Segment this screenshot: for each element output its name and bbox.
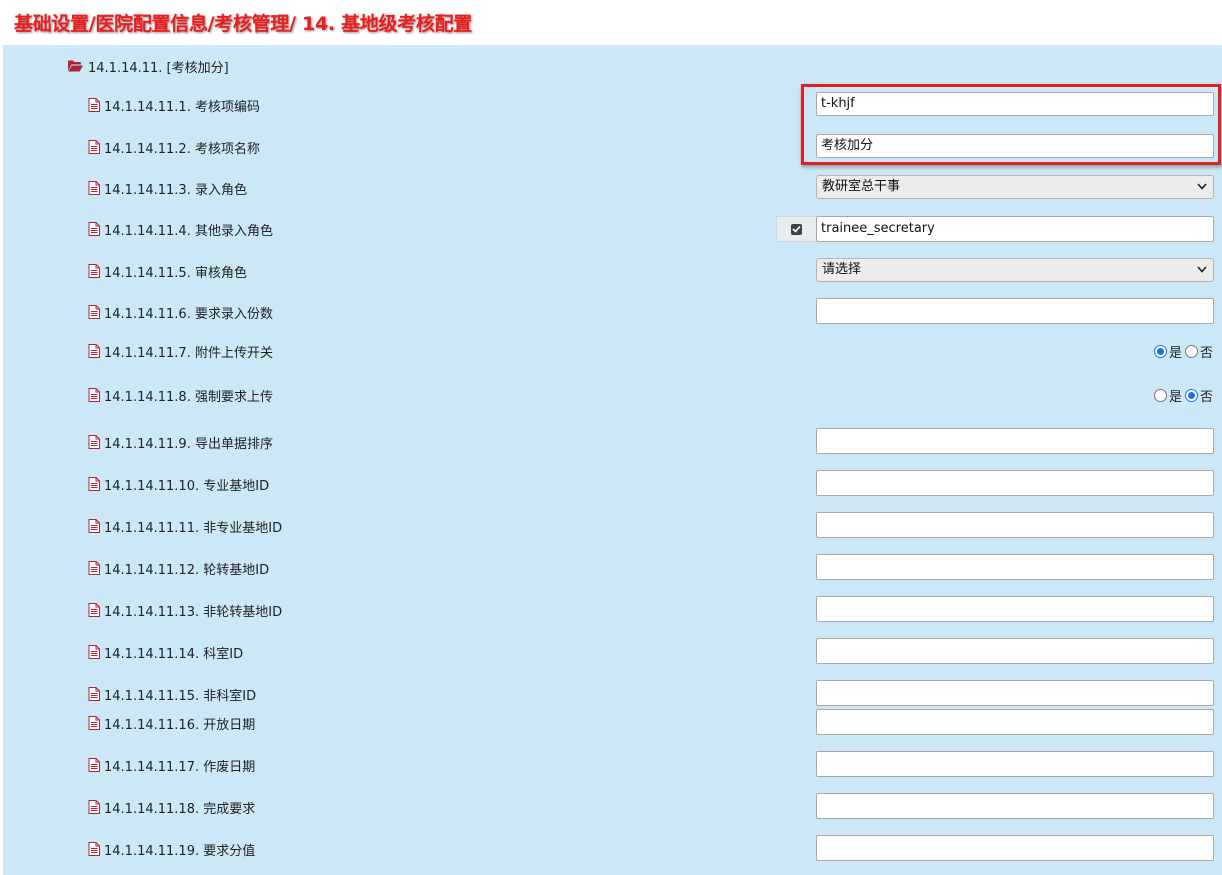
department-id-input[interactable] [816,638,1214,664]
row-label-rotation-base-id: 14.1.14.11.12. 轮转基地ID [88,558,269,578]
document-icon [88,645,100,659]
row-label-non-specialty-base-id: 14.1.14.11.11. 非专业基地ID [88,516,282,536]
document-icon [88,435,100,449]
row-label-non-department-id: 14.1.14.11.15. 非科室ID [88,684,256,704]
other-roles-input[interactable]: trainee_secretary [816,216,1214,242]
document-icon [88,687,100,701]
folder-open-icon [68,60,83,72]
highlight-box [801,84,1221,165]
force-upload-no-radio[interactable] [1184,388,1198,402]
non-rotation-base-id-input[interactable] [816,596,1214,622]
section-header[interactable]: 14.1.14.11. [考核加分] [68,56,229,76]
document-icon [88,519,100,533]
document-icon [88,561,100,575]
document-icon [88,477,100,491]
row-label-completion-requirement: 14.1.14.11.18. 完成要求 [88,797,255,817]
specialty-base-id-input[interactable] [816,470,1214,496]
void-date-input[interactable] [816,751,1214,777]
radio-label-yes: 是 [1168,345,1182,361]
document-icon [88,140,100,154]
row-label-entry-role: 14.1.14.11.3. 录入角色 [88,178,247,198]
attachment-switch-yes-radio[interactable] [1153,344,1167,358]
document-icon [88,800,100,814]
row-label-force-upload: 14.1.14.11.8. 强制要求上传 [88,385,273,405]
row-label-void-date: 14.1.14.11.17. 作废日期 [88,755,255,775]
document-icon [88,603,100,617]
chevron-down-icon [1197,176,1207,198]
row-label-code: 14.1.14.11.1. 考核项编码 [88,95,260,115]
required-copies-input[interactable] [816,298,1214,324]
checkbox-checked-icon [791,223,802,235]
radio-label-no: 否 [1199,389,1213,405]
document-icon [88,264,100,278]
row-label-attachment-switch: 14.1.14.11.7. 附件上传开关 [88,341,273,361]
document-icon [88,842,100,856]
document-icon [88,181,100,195]
document-icon [88,388,100,402]
non-department-id-input[interactable] [816,680,1214,706]
row-label-required-score: 14.1.14.11.19. 要求分值 [88,839,255,859]
entry-role-select-value: 教研室总干事 [822,179,901,194]
document-icon [88,222,100,236]
attachment-switch-no-radio[interactable] [1184,344,1198,358]
row-label-department-id: 14.1.14.11.14. 科室ID [88,642,243,662]
row-label-review-role: 14.1.14.11.5. 审核角色 [88,261,247,281]
section-label: 14.1.14.11. [考核加分] [88,60,229,76]
row-label-non-rotation-base-id: 14.1.14.11.13. 非轮转基地ID [88,600,282,620]
attachment-switch-radio-group: 是 否 [1153,341,1216,361]
document-icon [88,305,100,319]
radio-label-no: 否 [1199,345,1213,361]
review-role-select-value: 请选择 [822,262,862,277]
entry-role-select[interactable]: 教研室总干事 [816,175,1214,199]
document-icon [88,98,100,112]
export-sort-input[interactable] [816,428,1214,454]
force-upload-yes-radio[interactable] [1153,388,1167,402]
open-date-input[interactable] [816,709,1214,735]
row-label-other-roles: 14.1.14.11.4. 其他录入角色 [88,219,273,239]
page-title: 基础设置/医院配置信息/考核管理/ 14. 基地级考核配置 [14,13,473,35]
row-label-open-date: 14.1.14.11.16. 开放日期 [88,713,255,733]
chevron-down-icon [1197,259,1207,281]
review-role-select[interactable]: 请选择 [816,258,1214,282]
row-label-export-sort: 14.1.14.11.9. 导出单据排序 [88,432,273,452]
force-upload-radio-group: 是 否 [1153,385,1216,405]
other-roles-checkbox[interactable] [776,216,816,242]
non-specialty-base-id-input[interactable] [816,512,1214,538]
rotation-base-id-input[interactable] [816,554,1214,580]
document-icon [88,716,100,730]
completion-requirement-input[interactable] [816,793,1214,819]
required-score-input[interactable] [816,835,1214,861]
row-label-required-copies: 14.1.14.11.6. 要求录入份数 [88,302,273,322]
row-label-name: 14.1.14.11.2. 考核项名称 [88,137,260,157]
row-label-specialty-base-id: 14.1.14.11.10. 专业基地ID [88,474,269,494]
document-icon [88,344,100,358]
radio-label-yes: 是 [1168,389,1182,405]
document-icon [88,758,100,772]
